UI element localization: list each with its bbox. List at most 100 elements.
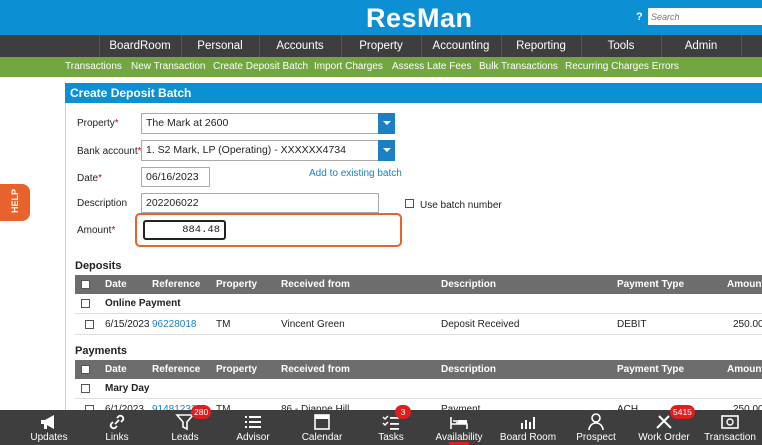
col-received-from[interactable]: Received from (281, 360, 350, 379)
col-reference[interactable]: Reference (152, 275, 200, 294)
group-checkbox[interactable] (81, 384, 90, 393)
cell-payment-type: DEBIT (617, 319, 647, 330)
toolbar-prospect[interactable]: Prospect (562, 410, 630, 445)
register-icon (721, 415, 739, 429)
amount-field[interactable]: 884.48 (143, 220, 226, 240)
col-payment-type[interactable]: Payment Type (617, 275, 684, 294)
subnav-assess-late-fees[interactable]: Assess Late Fees (392, 57, 471, 77)
leads-badge: 280 (191, 405, 212, 419)
bank-account-select-value: 1. S2 Mark, LP (Operating) - XXXXXX4734 (146, 144, 346, 156)
col-amount[interactable]: Amount (727, 360, 762, 379)
use-batch-number-checkbox[interactable] (405, 199, 414, 208)
help-tab-label: HELP (10, 188, 20, 213)
date-field[interactable]: 06/16/2023 (141, 167, 210, 187)
required-mark: * (98, 173, 103, 184)
resman-logo[interactable]: ResMan (366, 3, 473, 34)
group-label: Mary Day (105, 383, 150, 394)
subnav-recurring-charges-errors[interactable]: Recurring Charges Errors (565, 57, 679, 77)
col-property[interactable]: Property (216, 360, 257, 379)
toolbar-label: Advisor (236, 432, 270, 443)
toolbar-label: Transaction (704, 432, 756, 443)
payment-group-row: Mary Day (75, 379, 762, 399)
tasks-badge: 3 (395, 405, 411, 419)
col-date[interactable]: Date (105, 360, 127, 379)
select-all-checkbox[interactable] (81, 365, 90, 374)
payments-title: Payments (75, 345, 127, 357)
search-input[interactable] (648, 8, 762, 25)
subnav-new-transaction[interactable]: New Transaction (131, 57, 205, 77)
col-description[interactable]: Description (441, 275, 496, 294)
chevron-down-icon[interactable] (378, 140, 395, 161)
table-row: 6/15/2023 96228018 TM Vincent Green Depo… (75, 315, 762, 335)
nav-admin[interactable]: Admin (661, 35, 741, 57)
toolbar-label: Updates (30, 432, 68, 443)
toolbar-tasks[interactable]: 3 Tasks (357, 405, 425, 445)
toolbar-label: Availability (435, 432, 483, 443)
row-checkbox[interactable] (85, 320, 94, 329)
nav-boardroom[interactable]: BoardRoom (99, 35, 181, 57)
toolbar-links[interactable]: Links (83, 410, 151, 445)
group-checkbox[interactable] (81, 299, 90, 308)
link-icon (109, 414, 125, 430)
required-mark: * (114, 118, 119, 129)
toolbar-board-room[interactable]: Board Room (494, 410, 562, 445)
subnav-transactions[interactable]: Transactions (65, 57, 122, 77)
toolbar-availability[interactable]: Availability (425, 410, 493, 445)
deposits-title: Deposits (75, 260, 122, 272)
nav-tools[interactable]: Tools (581, 35, 661, 57)
toolbar-updates[interactable]: Updates (15, 410, 83, 445)
property-select[interactable]: The Mark at 2600 (141, 113, 395, 134)
help-tab[interactable]: HELP (0, 184, 30, 221)
subnav-bulk-transactions[interactable]: Bulk Transactions (479, 57, 558, 77)
amount-label: Amount* (77, 225, 115, 236)
cell-amount: 250.00 (733, 319, 762, 330)
toolbar-label: Board Room (499, 432, 557, 443)
panel-border (65, 103, 66, 413)
panel-title: Create Deposit Batch (65, 83, 762, 103)
person-icon (588, 413, 604, 431)
cell-reference-link[interactable]: 96228018 (152, 319, 197, 330)
col-date[interactable]: Date (105, 275, 127, 294)
nav-accounts[interactable]: Accounts (259, 35, 341, 57)
add-to-existing-batch-link[interactable]: Add to existing batch (309, 168, 402, 179)
col-received-from[interactable]: Received from (281, 275, 350, 294)
nav-personal[interactable]: Personal (181, 35, 259, 57)
property-label-text: Property (77, 118, 115, 129)
payments-table-header: Date Reference Property Received from De… (75, 360, 762, 379)
col-reference[interactable]: Reference (152, 360, 200, 379)
deposit-group-row: Online Payment (75, 294, 762, 314)
toolbar-work-order[interactable]: 5415 Work Order (630, 405, 698, 445)
description-field[interactable]: 202206022 (141, 193, 379, 213)
subnav-create-deposit-batch[interactable]: Create Deposit Batch (213, 57, 308, 77)
bank-account-select[interactable]: 1. S2 Mark, LP (Operating) - XXXXXX4734 (141, 140, 395, 161)
work-order-badge: 5415 (670, 405, 695, 419)
col-property[interactable]: Property (216, 275, 257, 294)
col-amount[interactable]: Amount (727, 275, 762, 294)
date-label-text: Date (77, 173, 99, 184)
cell-received-from: Vincent Green (281, 319, 345, 330)
bed-icon (450, 417, 468, 429)
list-icon (245, 416, 261, 428)
bank-account-label-text: Bank account (77, 146, 138, 157)
col-description[interactable]: Description (441, 360, 496, 379)
chevron-down-icon[interactable] (378, 113, 395, 134)
megaphone-icon (41, 415, 54, 429)
help-icon[interactable]: ? (636, 11, 643, 23)
select-all-checkbox[interactable] (81, 280, 90, 289)
property-select-value: The Mark at 2600 (146, 117, 229, 129)
chart-icon (521, 417, 535, 429)
nav-reporting[interactable]: Reporting (501, 35, 581, 57)
accounting-subnav: Transactions New Transaction Create Depo… (0, 57, 762, 77)
col-payment-type[interactable]: Payment Type (617, 360, 684, 379)
nav-property[interactable]: Property (341, 35, 421, 57)
amount-label-text: Amount (77, 225, 112, 236)
toolbar-advisor[interactable]: Advisor (219, 410, 287, 445)
toolbar-transaction[interactable]: Transaction (698, 410, 762, 445)
toolbar-calendar[interactable]: Calendar (288, 410, 356, 445)
bank-account-label: Bank account* (77, 146, 142, 157)
toolbar-leads[interactable]: 280 Leads (151, 405, 219, 445)
toolbar-label: Work Order (638, 432, 690, 443)
subnav-import-charges[interactable]: Import Charges (314, 57, 383, 77)
description-label: Description (77, 198, 128, 209)
nav-accounting[interactable]: Accounting (421, 35, 501, 57)
